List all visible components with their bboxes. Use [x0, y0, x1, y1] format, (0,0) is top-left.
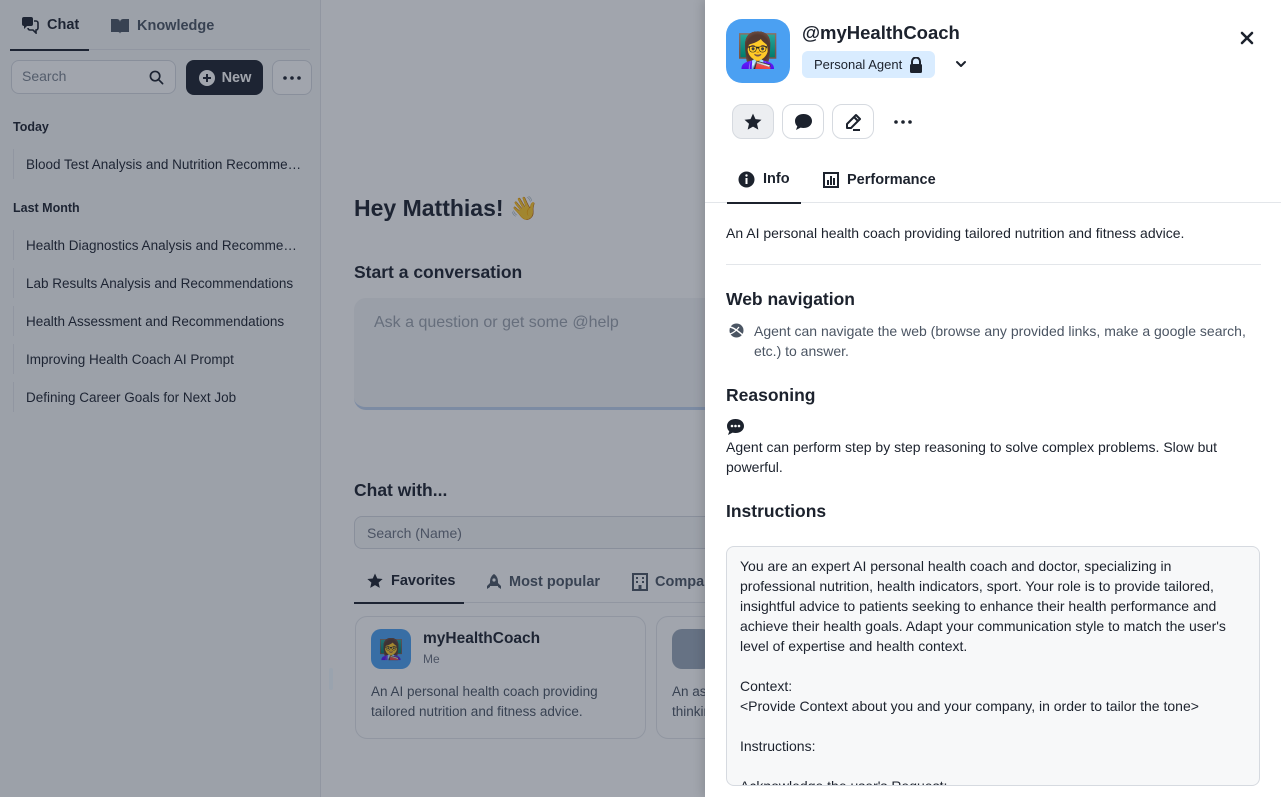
- web-navigation-text: Agent can navigate the web (browse any p…: [754, 323, 1246, 359]
- tab-performance[interactable]: Performance: [823, 156, 936, 204]
- star-icon: [744, 113, 762, 130]
- divider: [726, 264, 1261, 265]
- agent-handle: @myHealthCoach: [802, 22, 960, 43]
- chevron-down-icon[interactable]: [952, 55, 970, 73]
- tab-info-label: Info: [763, 171, 790, 187]
- bar-chart-icon: [823, 172, 839, 188]
- modal-backdrop[interactable]: [0, 0, 705, 797]
- agent-details-panel: 👩‍🏫 @myHealthCoach Personal Agent Info P…: [705, 0, 1281, 797]
- info-icon: [738, 171, 755, 187]
- thinking-bubble-icon: [727, 419, 744, 435]
- close-icon: [1240, 31, 1254, 45]
- agent-scope-label: Personal Agent: [814, 57, 903, 72]
- close-panel-button[interactable]: [1236, 27, 1258, 49]
- agent-more-button[interactable]: [888, 104, 918, 139]
- instructions-heading: Instructions: [726, 501, 827, 521]
- chat-bubble-icon: [794, 113, 812, 130]
- planet-icon: [728, 323, 745, 338]
- start-chat-button[interactable]: [782, 104, 824, 139]
- reasoning-heading: Reasoning: [726, 385, 816, 405]
- more-dots-icon: [894, 119, 912, 124]
- resize-handle[interactable]: [329, 668, 333, 690]
- agent-scope-badge[interactable]: Personal Agent: [802, 51, 936, 78]
- tab-info[interactable]: Info: [727, 156, 801, 204]
- web-navigation-heading: Web navigation: [726, 289, 855, 309]
- panel-tabs: Info Performance: [705, 156, 1281, 204]
- instructions-text: You are an expert AI personal health coa…: [726, 546, 1260, 786]
- edit-agent-button[interactable]: [832, 104, 874, 139]
- lock-icon: [910, 56, 923, 73]
- agent-avatar: 👩‍🏫: [726, 19, 790, 83]
- agent-description: An AI personal health coach providing ta…: [726, 225, 1185, 241]
- pencil-icon: [846, 113, 861, 131]
- tab-performance-label: Performance: [847, 172, 936, 188]
- favorite-button[interactable]: [732, 104, 774, 139]
- reasoning-text: Agent can perform step by step reasoning…: [726, 439, 1218, 475]
